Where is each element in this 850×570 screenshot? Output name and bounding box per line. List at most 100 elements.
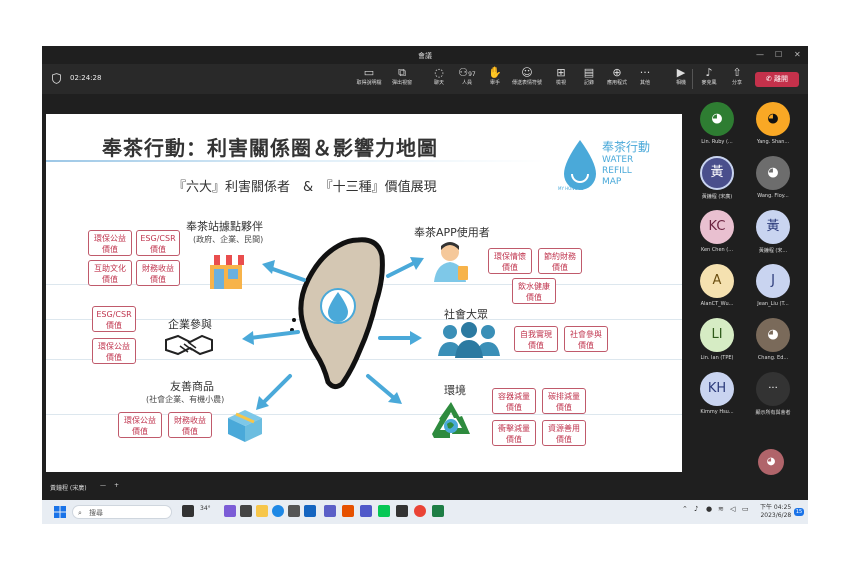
app-icon[interactable] xyxy=(396,505,408,517)
presenter-name: 黃鐘程 (宋廣) xyxy=(50,485,87,492)
file-explorer-icon[interactable] xyxy=(256,505,268,517)
shield-icon xyxy=(52,73,61,84)
app-icon[interactable] xyxy=(342,505,354,517)
reaction-button[interactable]: ☺ 傳送表情符號 xyxy=(510,67,544,87)
participant-tile[interactable]: KH Kimmy Hsu... xyxy=(691,372,743,415)
group-partners-label: 奉茶站據點夥伴 xyxy=(186,220,263,233)
app-icon[interactable] xyxy=(288,505,300,517)
share-button[interactable]: ⇧ 分享 xyxy=(720,67,754,87)
taskview-icon[interactable] xyxy=(182,505,194,517)
more-button[interactable]: ··· 其他 xyxy=(628,67,662,87)
avatar: ◕ xyxy=(756,156,790,190)
teams-icon[interactable] xyxy=(360,505,372,517)
participant-tile[interactable]: 黃黃鐘程 (宋廣) xyxy=(691,156,743,200)
chevron-up-icon[interactable]: ⌃ xyxy=(682,505,690,517)
value-chip: 財務收益 價值 xyxy=(136,260,180,286)
meeting-window: 會議 — ☐ ✕ 02:24:28 ▭ 取得說明檔 ⧉ 彈出視窗 ◌ 聊天 ⚇97 人員… xyxy=(42,46,808,524)
line-icon[interactable] xyxy=(378,505,390,517)
value-chip: 資源善用 價值 xyxy=(542,420,586,446)
group-partners-sub: (政府、企業、民間) xyxy=(193,235,264,244)
notification-badge[interactable]: 15 xyxy=(794,508,804,516)
value-chip: 互助文化 價值 xyxy=(88,260,132,286)
app-icon[interactable] xyxy=(240,505,252,517)
value-chip: 環保公益 價值 xyxy=(92,338,136,364)
app-user-icon xyxy=(434,242,468,282)
window-title: 會議 xyxy=(418,52,432,60)
close-icon[interactable]: ✕ xyxy=(794,50,801,59)
participant-tile[interactable]: KC Ken Chen (... xyxy=(691,210,743,253)
share-icon: ⇧ xyxy=(732,66,742,79)
value-chip: 飲水健康 價值 xyxy=(512,278,556,304)
people-icon: ⚇ xyxy=(458,66,469,79)
minimize-icon[interactable]: — xyxy=(756,50,764,59)
reaction-icon: ☺ xyxy=(521,66,533,79)
leave-button[interactable]: ✆ 離開 xyxy=(755,72,799,87)
value-chip: 碳排減量 價值 xyxy=(542,388,586,414)
screen-icon: ▭ xyxy=(363,66,375,79)
raise-hand-icon: ✋ xyxy=(488,66,502,79)
maximize-icon[interactable]: ☐ xyxy=(775,50,782,59)
excel-icon[interactable] xyxy=(432,505,444,517)
group-goods-label: 友善商品 xyxy=(170,380,214,393)
self-view: ◕ xyxy=(745,449,797,479)
taskbar-search-input[interactable]: ⌕ 搜尋 xyxy=(72,505,172,519)
participant-tile[interactable]: ◕ Lin. Ruby (... xyxy=(691,102,743,145)
edge-icon[interactable] xyxy=(272,505,284,517)
participant-tile[interactable]: LI Lin. Ian (TPE) xyxy=(691,318,743,361)
value-chip: 環保情懷 價值 xyxy=(488,248,532,274)
more-icon: ··· xyxy=(639,66,651,79)
outlook-icon[interactable] xyxy=(304,505,316,517)
avatar: KH xyxy=(700,372,734,406)
participant-tile[interactable]: J Jean_Liu (T... xyxy=(747,264,799,307)
show-all-participants[interactable]: ··· 顯示所有與會者 xyxy=(747,372,799,416)
volume-icon[interactable]: ◁ xyxy=(730,505,738,517)
zoom-in-button[interactable]: + xyxy=(114,482,119,489)
participant-tile[interactable]: A AlanCT_Wu... xyxy=(691,264,743,307)
shared-slide: 奉茶行動：利害關係圈＆影響力地圖 『六大』利害關係者 & 『十三種』價值展現 奉… xyxy=(46,114,682,472)
participant-tile[interactable]: ◕ Wang. Floy... xyxy=(747,156,799,199)
raise-hand-button[interactable]: ✋ 舉手 xyxy=(478,67,512,87)
value-chip: 社會參與 價值 xyxy=(564,326,608,352)
chat-app-icon[interactable] xyxy=(224,505,236,517)
group-app-users-label: 奉茶APP使用者 xyxy=(414,226,490,239)
avatar: A xyxy=(700,264,734,298)
windows-start-icon[interactable] xyxy=(54,506,66,518)
value-chip: 環保公益 價值 xyxy=(88,230,132,256)
value-chip: 容器減量 價值 xyxy=(492,388,536,414)
app-tray-icon[interactable]: ● xyxy=(706,505,714,517)
participant-tile[interactable]: ◕ Yang. Shan... xyxy=(747,102,799,145)
participant-tile[interactable]: 黃黃鐘程 (宋... xyxy=(747,210,799,254)
more-icon: ··· xyxy=(756,372,790,406)
taskbar-clock[interactable]: 下午 04:25 2023/6/28 xyxy=(760,504,791,520)
value-chip: 環保公益 價值 xyxy=(118,412,162,438)
phone-icon: ✆ xyxy=(765,75,772,83)
toolbar-button-1[interactable]: ⧉ 彈出視窗 xyxy=(385,67,419,87)
group-goods-sub: (社會企業、有機小農) xyxy=(146,395,225,404)
battery-icon[interactable]: ▭ xyxy=(742,505,752,517)
weather-widget[interactable]: 34° xyxy=(200,505,216,517)
wifi-icon[interactable]: ≋ xyxy=(718,505,726,517)
participant-tile[interactable]: ◕ Chang. Ed... xyxy=(747,318,799,361)
value-chip: 自我實現 價值 xyxy=(514,326,558,352)
avatar: ◕ xyxy=(756,318,790,352)
mic-off-icon[interactable]: ♪ xyxy=(694,505,702,517)
toolbar-button-0[interactable]: ▭ 取得說明檔 xyxy=(352,67,386,87)
avatar: ◕ xyxy=(758,449,784,475)
people-group-icon xyxy=(438,322,500,358)
meeting-toolbar: 02:24:28 ▭ 取得說明檔 ⧉ 彈出視窗 ◌ 聊天 ⚇97 人員 ✋ 舉手 ☺ 傳送表… xyxy=(42,64,808,94)
windows-taskbar: ⌕ 搜尋 34° ⌃ ♪ ● ≋ ◁ ▭ 下午 04:25 2023/6/28 … xyxy=(42,500,808,524)
store-icon xyxy=(208,255,244,289)
group-environment-label: 環境 xyxy=(444,384,466,397)
zoom-out-button[interactable]: — xyxy=(100,482,106,489)
box-icon xyxy=(228,410,262,442)
recycle-icon xyxy=(432,402,470,438)
chrome-icon[interactable] xyxy=(414,505,426,517)
popout-icon: ⧉ xyxy=(398,66,406,79)
avatar: LI xyxy=(700,318,734,352)
value-chip: 財務收益 價值 xyxy=(168,412,212,438)
value-chip: 衝擊減量 價值 xyxy=(492,420,536,446)
avatar: J xyxy=(756,264,790,298)
teams-icon[interactable] xyxy=(324,505,336,517)
value-chip: ESG/CSR 價值 xyxy=(136,230,180,256)
participant-gallery: ◕ Lin. Ruby (... ◕ Yang. Shan... 黃黃鐘程 (宋廣)… xyxy=(686,94,808,481)
